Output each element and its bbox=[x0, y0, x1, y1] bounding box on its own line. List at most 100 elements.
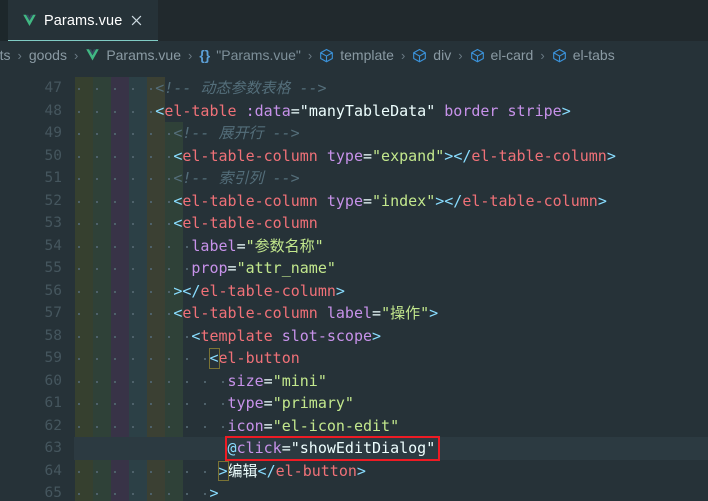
code-token: = bbox=[236, 236, 246, 255]
breadcrumb-item-label: div bbox=[433, 47, 452, 63]
code-token: 编辑 bbox=[227, 461, 258, 480]
code-line[interactable]: <el-table-column label="操作"> bbox=[74, 302, 708, 325]
breadcrumb-item-ents[interactable]: ents bbox=[0, 47, 10, 63]
code-token: el-button bbox=[218, 349, 300, 367]
code-token: <!-- 索引列 --> bbox=[173, 169, 300, 187]
code-line[interactable]: <!-- 索引列 --> bbox=[74, 167, 708, 190]
close-icon[interactable] bbox=[129, 13, 144, 28]
code-token: "showEditDialog" bbox=[290, 439, 436, 457]
breadcrumb-item-goods[interactable]: goods bbox=[29, 47, 67, 63]
breadcrumb-separator: › bbox=[458, 47, 463, 63]
breadcrumb-separator: › bbox=[400, 47, 406, 63]
breadcrumb-item-paramsvue[interactable]: Params.vue bbox=[85, 47, 181, 63]
code-token: label bbox=[326, 304, 373, 322]
line-number: 64 bbox=[44, 462, 62, 479]
line-number: 57 bbox=[44, 305, 62, 321]
breadcrumb-item-div[interactable]: div bbox=[412, 47, 451, 63]
code-line[interactable]: <el-table-column type="index"></el-table… bbox=[74, 190, 708, 213]
code-line[interactable]: size="mini" bbox=[74, 370, 708, 393]
code-token: > bbox=[561, 101, 571, 120]
code-token: el-table bbox=[164, 101, 237, 120]
code-token: "mini" bbox=[272, 371, 327, 390]
vue-icon bbox=[86, 48, 100, 60]
code-token: el-table-column bbox=[200, 281, 336, 300]
code-token: "primary" bbox=[272, 394, 354, 412]
code-line[interactable]: <!-- 展开行 --> bbox=[74, 122, 708, 145]
code-token: > bbox=[372, 326, 382, 345]
code-editor[interactable]: 47 48 49 50 51 52 53 54 55 56 57 58 59 60 61 62 63 64 65 <… bbox=[0, 69, 708, 501]
vue-icon bbox=[23, 14, 36, 26]
line-number: 56 bbox=[44, 282, 62, 299]
code-token: type bbox=[326, 146, 363, 165]
line-number: 55 bbox=[44, 260, 62, 276]
line-number: 53 bbox=[44, 215, 62, 231]
code-content[interactable]: <!-- 动态参数表格 --> <el-table :data="manyTab… bbox=[74, 69, 708, 501]
code-token: <!-- 展开行 --> bbox=[173, 124, 300, 142]
tab-label: Params.vue bbox=[44, 12, 123, 29]
code-line[interactable]: ></el-table-column> bbox=[74, 280, 708, 303]
code-line[interactable]: type="primary" bbox=[74, 392, 708, 415]
code-line[interactable]: > bbox=[74, 482, 708, 501]
breadcrumb-item-paramsvue[interactable]: {} "Params.vue" bbox=[199, 47, 301, 63]
code-token: > bbox=[606, 146, 616, 165]
code-token: = bbox=[263, 416, 273, 435]
code-token: > bbox=[597, 191, 607, 210]
code-line[interactable]: <el-table :data="manyTableData" border s… bbox=[74, 100, 708, 123]
breadcrumb-item-el-tabs[interactable]: el-tabs bbox=[552, 47, 615, 63]
breadcrumb-item-el-card[interactable]: el-card bbox=[470, 47, 534, 63]
breadcrumb-item-label: template bbox=[340, 47, 394, 63]
code-line[interactable]: <template slot-scope> bbox=[74, 325, 708, 348]
code-token: el-table-column bbox=[182, 191, 318, 210]
line-number: 59 bbox=[44, 350, 62, 366]
code-token: label bbox=[191, 236, 237, 255]
code-token: = bbox=[227, 259, 237, 277]
line-number: 48 bbox=[44, 102, 62, 119]
code-line[interactable]: label="参数名称" bbox=[74, 235, 708, 258]
code-line[interactable]: <el-button bbox=[74, 347, 708, 370]
breadcrumb-item-label: el-card bbox=[490, 47, 534, 63]
tab-params-vue[interactable]: Params.vue bbox=[8, 0, 158, 41]
code-line[interactable]: <!-- 动态参数表格 --> bbox=[74, 77, 708, 100]
breadcrumb-item-label: "Params.vue" bbox=[216, 47, 301, 63]
code-token: </ bbox=[257, 461, 276, 480]
code-token: > bbox=[435, 191, 445, 210]
breadcrumb-item-template[interactable]: template bbox=[319, 47, 394, 63]
code-token: "expand" bbox=[372, 146, 445, 165]
code-token: el-table-column bbox=[462, 191, 598, 210]
code-token: < bbox=[155, 101, 165, 120]
line-number-gutter: 47 48 49 50 51 52 53 54 55 56 57 58 59 60 61 62 63 64 65 bbox=[0, 69, 74, 501]
code-token: > bbox=[356, 461, 366, 480]
breadcrumb-separator: › bbox=[307, 47, 313, 63]
breadcrumb-item-label: goods bbox=[28, 47, 67, 63]
cube-icon bbox=[320, 48, 334, 62]
code-line[interactable]: <el-table-column type="expand"></el-tabl… bbox=[74, 145, 708, 168]
code-line[interactable]: @click="showEditDialog" bbox=[74, 437, 708, 460]
line-number: 62 bbox=[44, 417, 62, 434]
code-line[interactable]: icon="el-icon-edit" bbox=[74, 415, 708, 438]
code-token: icon bbox=[227, 416, 264, 435]
code-token: </ bbox=[444, 191, 463, 210]
code-token: < bbox=[209, 349, 219, 367]
line-number: 63 bbox=[44, 440, 62, 456]
code-line[interactable]: <el-table-column bbox=[74, 212, 708, 235]
line-number: 47 bbox=[44, 80, 62, 96]
line-number: 58 bbox=[44, 327, 62, 344]
code-token: el-table-column bbox=[471, 146, 607, 165]
code-token: <!-- 动态参数表格 --> bbox=[155, 79, 327, 97]
breadcrumb-item-label: ents bbox=[0, 47, 11, 63]
code-line[interactable]: prop="attr_name" bbox=[74, 257, 708, 280]
code-token: border bbox=[444, 101, 499, 120]
code-token: = bbox=[363, 191, 373, 210]
code-token: template bbox=[200, 326, 273, 345]
code-line[interactable]: >编辑</el-button> bbox=[74, 460, 708, 483]
